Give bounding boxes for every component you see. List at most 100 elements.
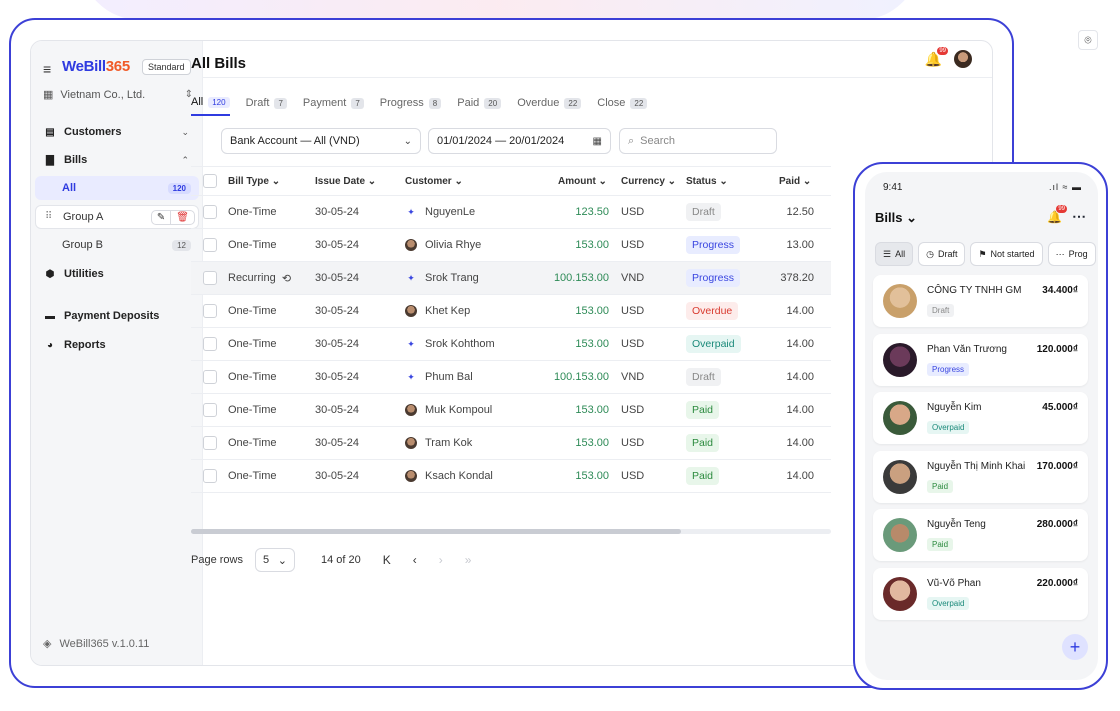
tab-close[interactable]: Close 22 bbox=[597, 96, 648, 116]
horizontal-scrollbar[interactable] bbox=[191, 529, 831, 534]
col-paid[interactable]: Paid ⌄ bbox=[779, 167, 811, 195]
sidebar-item-payment-deposits[interactable]: ▬ Payment Deposits bbox=[35, 304, 199, 328]
tab-payment[interactable]: Payment 7 bbox=[303, 96, 364, 116]
account-select[interactable]: Bank Account — All (VND) ⌄ bbox=[221, 128, 421, 154]
more-icon[interactable]: ⋯ bbox=[1072, 208, 1086, 225]
tab-paid[interactable]: Paid 20 bbox=[457, 96, 502, 116]
amount: 153.00 bbox=[575, 305, 609, 317]
col-issue-date[interactable]: Issue Date ⌄ bbox=[315, 167, 376, 195]
tab-overdue[interactable]: Overdue 22 bbox=[517, 96, 582, 116]
filter-all[interactable]: ☰ All bbox=[875, 242, 914, 266]
table-row[interactable]: One-Time 30-05-24 Muk Kompoul 153.00 USD Paid… bbox=[191, 394, 831, 427]
row-checkbox[interactable] bbox=[203, 304, 217, 318]
sidebar-item-utilities[interactable]: ⬢ Utilities bbox=[35, 262, 199, 286]
customer-name: Srok Kohthom bbox=[425, 338, 495, 350]
table-row[interactable]: One-Time 30-05-24 Tram Kok 153.00 USD Paid 14.… bbox=[191, 427, 831, 460]
bill-card[interactable]: Nguyễn Thị Minh Khai 170.000₫ Paid bbox=[873, 450, 1088, 503]
row-checkbox[interactable] bbox=[203, 436, 217, 450]
bill-card[interactable]: Phan Văn Trương 120.000₫ Progress bbox=[873, 333, 1088, 386]
bell-icon[interactable]: 🔔 99 bbox=[1047, 205, 1067, 224]
row-checkbox[interactable] bbox=[203, 205, 217, 219]
card-amount: 45.000₫ bbox=[1042, 402, 1078, 413]
table-row[interactable]: One-Time 30-05-24 Khet Kep 153.00 USD Overdue… bbox=[191, 295, 831, 328]
row-checkbox[interactable] bbox=[203, 469, 217, 483]
amount: 153.00 bbox=[575, 470, 609, 482]
search-input[interactable]: ⌕ Search bbox=[619, 128, 777, 154]
row-checkbox[interactable] bbox=[203, 271, 217, 285]
bill-card[interactable]: Nguyễn Kim 45.000₫ Overpaid bbox=[873, 392, 1088, 444]
status-badge: Progress bbox=[686, 236, 741, 254]
currency: VND bbox=[621, 371, 645, 383]
col-customer[interactable]: Customer ⌄ bbox=[405, 167, 463, 195]
mobile-title[interactable]: Bills ⌄ bbox=[875, 210, 917, 226]
sidebar-item-reports[interactable]: ◕ Reports bbox=[35, 333, 199, 357]
filter-draft[interactable]: ◷ Draft bbox=[918, 242, 966, 266]
avatar[interactable] bbox=[954, 50, 972, 68]
card-amount: 280.000₫ bbox=[1036, 519, 1078, 530]
drag-handle-icon[interactable]: ⠿ bbox=[45, 211, 52, 222]
sidebar-item-bills[interactable]: ▇ Bills ⌃ bbox=[35, 148, 199, 172]
row-checkbox[interactable] bbox=[203, 337, 217, 351]
prev-page-icon[interactable]: ‹ bbox=[413, 553, 417, 567]
currency: USD bbox=[621, 437, 645, 449]
tab-draft[interactable]: Draft 7 bbox=[246, 96, 287, 116]
col-currency[interactable]: Currency ⌄ bbox=[621, 167, 676, 195]
currency: USD bbox=[621, 404, 645, 416]
row-checkbox[interactable] bbox=[203, 403, 217, 417]
tab-all[interactable]: All 120 bbox=[191, 96, 230, 116]
status-badge: Progress bbox=[686, 269, 741, 287]
company-switcher[interactable]: ▦ Vietnam Co., Ltd. ⇕ bbox=[43, 88, 193, 102]
col-status[interactable]: Status ⌄ bbox=[686, 167, 728, 195]
table-row[interactable]: One-Time 30-05-24 ✦ Srok Kohthom 153.00 USD Ov… bbox=[191, 328, 831, 361]
table-row[interactable]: One-Time 30-05-24 Olivia Rhye 153.00 USD Prog… bbox=[191, 229, 831, 262]
sidebar-item-customers[interactable]: ▤ Customers ⌄ bbox=[35, 120, 199, 144]
edit-icon[interactable]: ✎ bbox=[152, 211, 170, 224]
sidebar-sub-group-a[interactable]: ⠿ Group A ✎ 🗑 bbox=[35, 205, 199, 229]
paid-amount: 14.00 bbox=[786, 371, 814, 383]
scan-icon[interactable]: ⌾ bbox=[1078, 30, 1098, 50]
card-amount: 170.000₫ bbox=[1036, 460, 1078, 472]
status-badge: Paid bbox=[927, 479, 954, 493]
bell-icon[interactable]: 🔔 99 bbox=[925, 47, 948, 68]
sidebar-sub-group-b[interactable]: Group B 12 bbox=[35, 233, 199, 257]
select-all-checkbox[interactable] bbox=[203, 174, 217, 188]
layers-icon: ◈ bbox=[43, 638, 52, 650]
status-badge: Overpaid bbox=[927, 421, 970, 434]
table-row[interactable]: Recurring ⟲ 30-05-24 ✦ Srok Trang 100.153.00… bbox=[191, 262, 831, 295]
status-badge: Overpaid bbox=[927, 596, 970, 610]
plan-badge: Standard bbox=[142, 59, 191, 75]
bill-card[interactable]: CÔNG TY TNHH GM 34.400₫ Draft bbox=[873, 275, 1088, 327]
scrollbar-thumb[interactable] bbox=[191, 529, 681, 534]
status-badge: Paid bbox=[686, 434, 720, 452]
table-row[interactable]: One-Time 30-05-24 Ksach Kondal 153.00 USD Pai… bbox=[191, 460, 831, 493]
bill-card[interactable]: Vũ-Võ Phan 220.000₫ Overpaid bbox=[873, 567, 1088, 620]
bill-type: One-Time bbox=[228, 470, 277, 482]
menu-icon[interactable]: ≡ bbox=[43, 61, 51, 77]
row-checkbox[interactable] bbox=[203, 370, 217, 384]
row-checkbox[interactable] bbox=[203, 238, 217, 252]
table-row[interactable]: One-Time 30-05-24 ✦ NguyenLe 123.50 USD Draft 1… bbox=[191, 196, 831, 229]
card-name: CÔNG TY TNHH GM bbox=[927, 285, 1022, 296]
pagination: Page rows 5 ⌄ 14 of 20 K ‹ › » bbox=[191, 548, 471, 572]
page-info: 14 of 20 bbox=[320, 554, 361, 566]
first-page-icon[interactable]: K bbox=[383, 553, 391, 567]
page-size-select[interactable]: 5 ⌄ bbox=[254, 548, 295, 572]
sidebar-sub-all[interactable]: All 120 bbox=[35, 176, 199, 200]
customer-avatar bbox=[405, 404, 417, 416]
avatar bbox=[883, 342, 917, 377]
status-tabs: All 120 Draft 7 Payment 7 Progress 8 Paid 20 … bbox=[191, 96, 648, 116]
col-amount[interactable]: Amount ⌄ bbox=[558, 167, 607, 195]
tab-progress[interactable]: Progress 8 bbox=[380, 96, 442, 116]
next-page-icon[interactable]: › bbox=[439, 553, 443, 567]
customer-name: Khet Kep bbox=[425, 305, 471, 317]
add-bill-button[interactable]: + bbox=[1062, 634, 1088, 660]
filter-progress[interactable]: ⋯ Prog bbox=[1047, 242, 1096, 266]
card-amount: 220.000₫ bbox=[1036, 577, 1078, 589]
bill-card[interactable]: Nguyễn Teng 280.000₫ Paid bbox=[873, 509, 1088, 561]
col-bill-type[interactable]: Bill Type ⌄ bbox=[228, 167, 280, 195]
date-range-picker[interactable]: 01/01/2024 — 20/01/2024 ▦ bbox=[428, 128, 611, 154]
table-row[interactable]: One-Time 30-05-24 ✦ Phum Bal 100.153.00 VND Dr… bbox=[191, 361, 831, 394]
last-page-icon[interactable]: » bbox=[465, 553, 472, 567]
filter-not-started[interactable]: ⚑ Not started bbox=[970, 242, 1043, 266]
card-amount: 120.000₫ bbox=[1036, 343, 1078, 355]
